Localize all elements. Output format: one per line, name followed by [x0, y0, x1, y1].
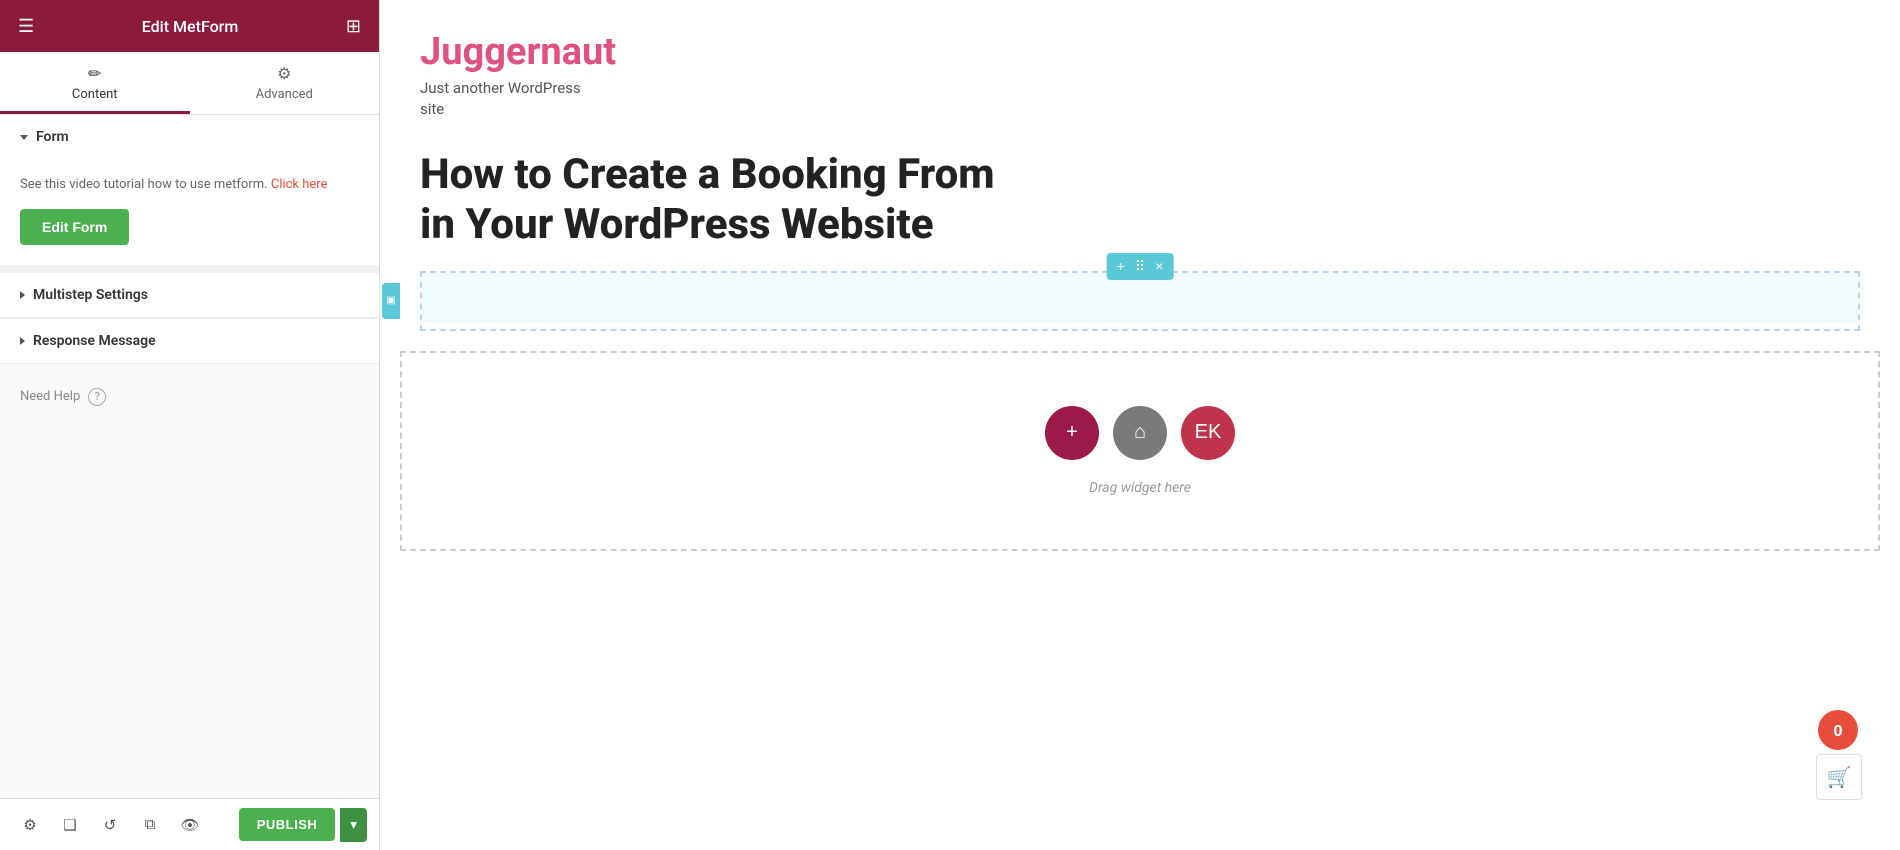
widget-left-handle[interactable]: ▣ — [382, 283, 400, 319]
widget-zone — [420, 271, 1860, 331]
help-circle-icon[interactable]: ? — [88, 388, 106, 406]
tab-content-label: Content — [72, 87, 118, 102]
form-chevron-icon — [20, 135, 28, 140]
sidebar-content: Form See this video tutorial how to use … — [0, 115, 379, 798]
form-section-label: Form — [36, 129, 69, 145]
widget-zone-wrapper: + ⠿ × ▣ — [400, 271, 1880, 331]
sidebar-header: ☰ Edit MetForm ⊞ — [0, 0, 379, 52]
gear-icon: ⚙ — [277, 64, 291, 83]
need-help-text: Need Help — [20, 389, 80, 404]
response-section-header[interactable]: Response Message — [0, 318, 379, 364]
grid-icon[interactable]: ⊞ — [346, 16, 361, 37]
history-icon-btn[interactable]: ↺ — [92, 807, 128, 843]
drag-zone-buttons: + ⌂ EK — [1045, 406, 1235, 460]
widget-move-btn[interactable]: ⠿ — [1131, 256, 1149, 277]
cart-icon-btn[interactable]: 🛒 — [1816, 754, 1862, 800]
hamburger-icon[interactable]: ☰ — [18, 16, 34, 37]
tab-content[interactable]: ✏ Content — [0, 52, 190, 114]
publish-arrow-button[interactable]: ▾ — [340, 808, 367, 842]
preview-icon-btn[interactable]: 👁 — [172, 807, 208, 843]
widget-close-btn[interactable]: × — [1151, 256, 1167, 276]
site-subtitle: Just another WordPress site — [420, 78, 1860, 120]
page-header: Juggernaut Just another WordPress site — [380, 0, 1900, 140]
tab-advanced[interactable]: ⚙ Advanced — [190, 52, 380, 114]
responsive-icon-btn[interactable]: ⧉ — [132, 807, 168, 843]
form-section-header[interactable]: Form — [0, 115, 379, 159]
multistep-section-label: Multistep Settings — [33, 287, 148, 303]
settings-icon-btn[interactable]: ⚙ — [12, 807, 48, 843]
drag-zone: + ⌂ EK Drag widget here — [400, 351, 1880, 551]
multistep-section-header[interactable]: Multistep Settings — [0, 273, 379, 318]
main-content: Juggernaut Just another WordPress site H… — [380, 0, 1900, 850]
drag-widget-text: Drag widget here — [1089, 480, 1191, 496]
sidebar-title: Edit MetForm — [142, 17, 239, 36]
notification-badge[interactable]: 0 — [1818, 710, 1858, 750]
publish-button[interactable]: PUBLISH — [239, 808, 336, 841]
form-section-body: See this video tutorial how to use metfo… — [0, 159, 379, 273]
sidebar: ☰ Edit MetForm ⊞ ✏ Content ⚙ Advanced Fo… — [0, 0, 380, 850]
edit-form-button[interactable]: Edit Form — [20, 209, 129, 245]
layers-icon-btn[interactable]: ❏ — [52, 807, 88, 843]
multistep-chevron-icon — [20, 291, 25, 299]
article-title: How to Create a Booking From in Your Wor… — [380, 140, 1900, 271]
ek-widget-btn[interactable]: EK — [1181, 406, 1235, 460]
folder-widget-btn[interactable]: ⌂ — [1113, 406, 1167, 460]
sidebar-bottom-bar: ⚙ ❏ ↺ ⧉ 👁 PUBLISH ▾ — [0, 798, 379, 850]
widget-inner — [422, 273, 1858, 323]
response-section-label: Response Message — [33, 333, 156, 349]
widget-add-btn[interactable]: + — [1113, 256, 1129, 276]
sidebar-tabs: ✏ Content ⚙ Advanced — [0, 52, 379, 115]
tutorial-text: See this video tutorial how to use metfo… — [20, 175, 359, 195]
add-widget-btn[interactable]: + — [1045, 406, 1099, 460]
click-here-link[interactable]: Click here — [271, 177, 328, 192]
widget-handle-icon: ▣ — [386, 295, 395, 306]
response-chevron-icon — [20, 337, 25, 345]
pencil-icon: ✏ — [88, 64, 101, 83]
site-title: Juggernaut — [420, 30, 1860, 74]
need-help-area: Need Help ? — [0, 364, 379, 430]
tab-advanced-label: Advanced — [256, 87, 313, 102]
widget-toolbar: + ⠿ × — [1107, 253, 1174, 280]
